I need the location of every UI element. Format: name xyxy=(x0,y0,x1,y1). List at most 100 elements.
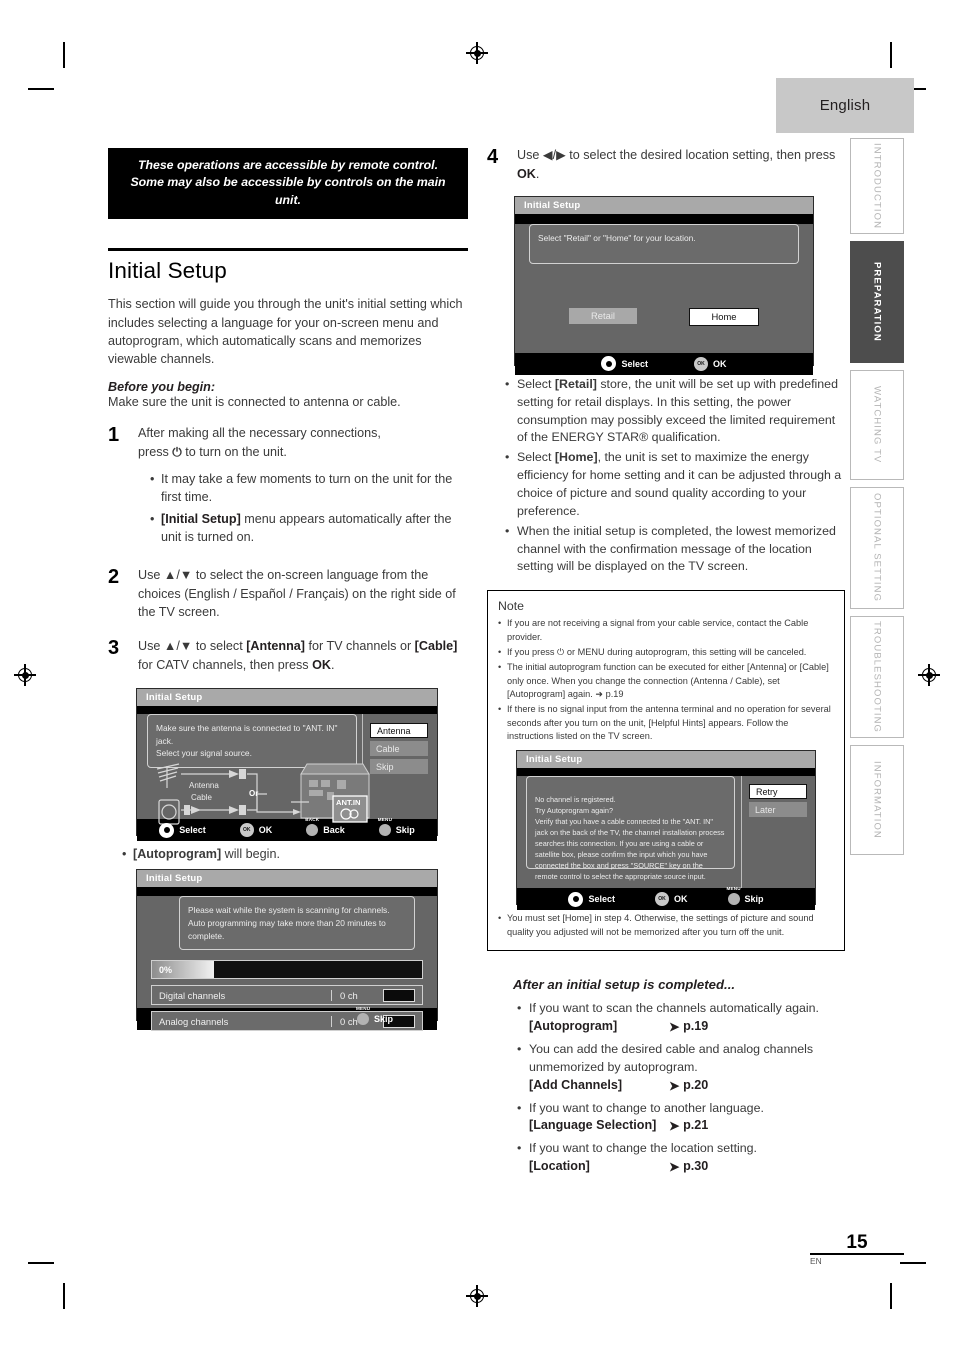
note-box: Note • If you are not receiving a signal … xyxy=(487,590,845,952)
tv-body: Make sure the antenna is connected to "A… xyxy=(137,714,437,825)
bullet-text: [Initial Setup] menu appears automatical… xyxy=(161,510,468,547)
tv-titlebar: Initial Setup xyxy=(517,751,815,769)
list-item: • If you are not receiving a signal from … xyxy=(498,617,834,644)
footer-label: Skip xyxy=(373,1014,393,1025)
row-label: Digital channels xyxy=(159,989,226,1001)
option-skip[interactable]: Skip xyxy=(370,759,428,775)
after-item-ref: [Add Channels] ➤ p.20 xyxy=(529,1078,845,1093)
sidebar-item-label: PREPARATION xyxy=(871,262,883,342)
page-title: Initial Setup xyxy=(108,258,227,284)
ok-button-icon: OK xyxy=(239,823,254,838)
pre: Select xyxy=(517,450,555,465)
tv-footer-bar: Select OK OK MENU Skip xyxy=(517,886,815,911)
tv-message-box: Please wait while the system is scanning… xyxy=(179,896,415,951)
footer-select[interactable]: Select xyxy=(568,891,615,907)
footer-skip[interactable]: MENU Skip xyxy=(378,817,415,837)
page-number: 15 xyxy=(846,1231,868,1253)
footer-skip[interactable]: MENU Skip xyxy=(727,886,764,906)
menu-cap-label: MENU xyxy=(377,817,393,823)
language-tab-label: English xyxy=(819,97,871,114)
autoprogram-keyword: [Autoprogram] xyxy=(133,847,222,862)
callout-line-2: Some may also be accessible by controls … xyxy=(130,175,446,207)
bullet-text: It may take a few moments to turn on the… xyxy=(161,471,453,504)
list-item: • When the initial setup is completed, t… xyxy=(505,523,845,577)
left-column: These operations are accessible by remot… xyxy=(108,148,468,1032)
after-item-key: [Language Selection] xyxy=(529,1118,657,1133)
list-item: • It may take a few moments to turn on t… xyxy=(150,470,468,507)
footer-label: OK xyxy=(713,358,727,369)
ok-button-icon: OK xyxy=(655,892,669,907)
step-1-press-text: press xyxy=(138,444,173,459)
footer-ok[interactable]: OK OK xyxy=(655,892,688,907)
step-1-post-text: to turn on the unit. xyxy=(181,444,287,459)
list-item: • You can add the desired cable and anal… xyxy=(517,1041,845,1077)
list-item: • The initial autoprogram function can be… xyxy=(498,661,834,701)
crop-mark-tl-v xyxy=(63,42,65,68)
tv-screen-location: Initial Setup Select "Retail" or "Home" … xyxy=(514,195,814,375)
crop-mark-tr-v xyxy=(890,42,892,68)
back-button-icon xyxy=(306,824,319,837)
sidebar-item-optional-setting[interactable]: OPTIONAL SETTING xyxy=(850,487,904,609)
footer-ok[interactable]: OK OK xyxy=(239,823,273,838)
sidebar-item-label: WATCHING TV xyxy=(871,386,883,464)
autoprogram-rest: will begin. xyxy=(221,847,280,862)
step-3: 3 Use ▲/▼ to select [Antenna] for TV cha… xyxy=(108,637,468,675)
skip-button-icon xyxy=(356,1013,369,1026)
step-4-pre: Use ◀/▶ to select the desired location s… xyxy=(517,148,836,162)
sidebar-item-label: INTRODUCTION xyxy=(871,142,883,230)
step-1-line-1: After making all the necessary connectio… xyxy=(138,425,381,440)
footer-skip[interactable]: MENU Skip xyxy=(356,1006,393,1026)
arrow-icon: ➤ xyxy=(669,1160,684,1175)
list-item: • If you want to change to another langu… xyxy=(517,1100,845,1118)
after-item-key: [Add Channels] xyxy=(529,1077,623,1092)
option-retry[interactable]: Retry xyxy=(749,784,807,800)
footer-label: Skip xyxy=(395,825,415,836)
location-buttons: Retail Home xyxy=(515,307,813,326)
sidebar-item-label: TROUBLESHOOTING xyxy=(871,620,883,734)
cable-keyword: [Cable] xyxy=(414,639,458,654)
sidebar-item-troubleshooting[interactable]: TROUBLESHOOTING xyxy=(850,616,904,738)
ok-button-icon: OK xyxy=(694,356,709,371)
tv-titlebar: Initial Setup xyxy=(515,196,813,214)
footer-label: OK xyxy=(258,825,273,836)
step-number: 4 xyxy=(487,146,499,168)
tv-message-box: No channel is registered. Try Autoprogra… xyxy=(526,776,735,881)
registration-mark-right xyxy=(918,664,940,686)
after-item-ref: [Location] ➤ p.30 xyxy=(529,1159,845,1174)
footer-ok[interactable]: OK OK xyxy=(694,356,727,371)
sidebar-item-label: INFORMATION xyxy=(871,761,883,839)
footer-label: Skip xyxy=(744,894,764,905)
option-later[interactable]: Later xyxy=(749,802,807,818)
registration-mark-top xyxy=(466,42,488,64)
before-you-begin-text: Make sure the unit is connected to anten… xyxy=(108,394,401,409)
footer-label: OK xyxy=(674,894,688,905)
initial-setup-keyword: [Initial Setup] xyxy=(161,512,241,527)
power-icon: ⏻ xyxy=(172,444,182,459)
home-button[interactable]: Home xyxy=(689,307,759,326)
sidebar-item-information[interactable]: INFORMATION xyxy=(850,745,904,855)
sidebar-item-watching-tv[interactable]: WATCHING TV xyxy=(850,370,904,480)
option-cable[interactable]: Cable xyxy=(370,741,428,757)
list-item: • If you want to change the location set… xyxy=(517,1140,845,1158)
ok-keyword: OK xyxy=(517,166,536,181)
step-number: 2 xyxy=(108,565,120,588)
tv-footer-bar: Select OK OK xyxy=(515,352,813,375)
note-text: You must set [Home] in step 4. Otherwise… xyxy=(507,913,814,937)
after-item-page: p.21 xyxy=(683,1118,709,1133)
option-antenna[interactable]: Antenna xyxy=(370,723,428,739)
registration-mark-left xyxy=(14,664,36,686)
note-text: The initial autoprogram function can be … xyxy=(507,662,829,699)
step-body: After making all the necessary connectio… xyxy=(138,424,468,551)
footer-back[interactable]: BACK Back xyxy=(305,817,345,837)
manual-page: English INTRODUCTION PREPARATION WATCHIN… xyxy=(0,0,954,1350)
before-you-begin-label: Before you begin: xyxy=(108,379,216,394)
after-item-page: p.19 xyxy=(683,1018,709,1033)
sidebar-item-introduction[interactable]: INTRODUCTION xyxy=(850,138,904,234)
footer-select[interactable]: Select xyxy=(601,356,648,372)
crop-mark-bl-h xyxy=(28,1262,54,1264)
sidebar-item-preparation[interactable]: PREPARATION xyxy=(850,241,904,363)
retail-button[interactable]: Retail xyxy=(569,307,637,324)
step-3-end: . xyxy=(330,658,335,673)
tv-title: Initial Setup xyxy=(524,199,581,211)
footer-select[interactable]: Select xyxy=(159,822,206,838)
